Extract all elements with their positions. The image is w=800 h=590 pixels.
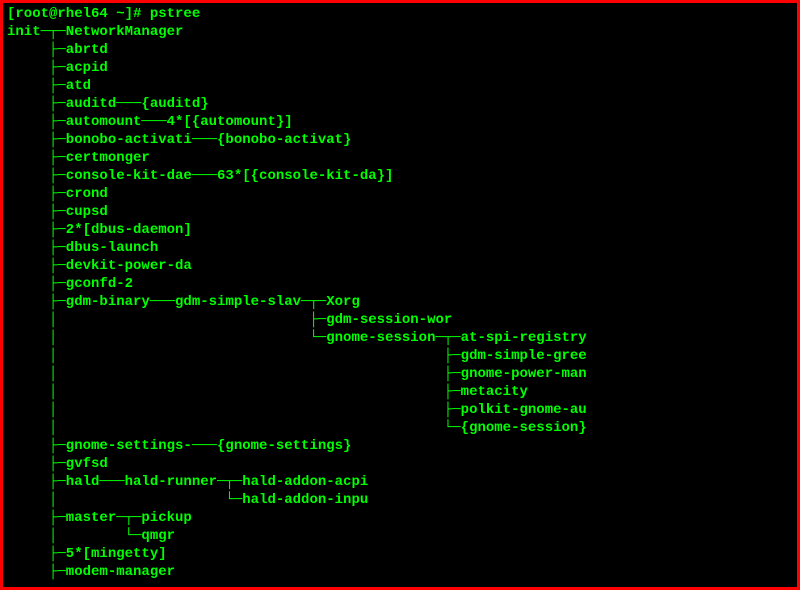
command-input[interactable]: pstree xyxy=(150,6,200,22)
terminal-window[interactable]: [root@rhel64 ~]# pstree init─┬─NetworkMa… xyxy=(7,5,793,581)
pstree-output: init─┬─NetworkManager ├─abrtd ├─acpid ├─… xyxy=(7,24,587,580)
shell-prompt: [root@rhel64 ~]# xyxy=(7,6,150,22)
